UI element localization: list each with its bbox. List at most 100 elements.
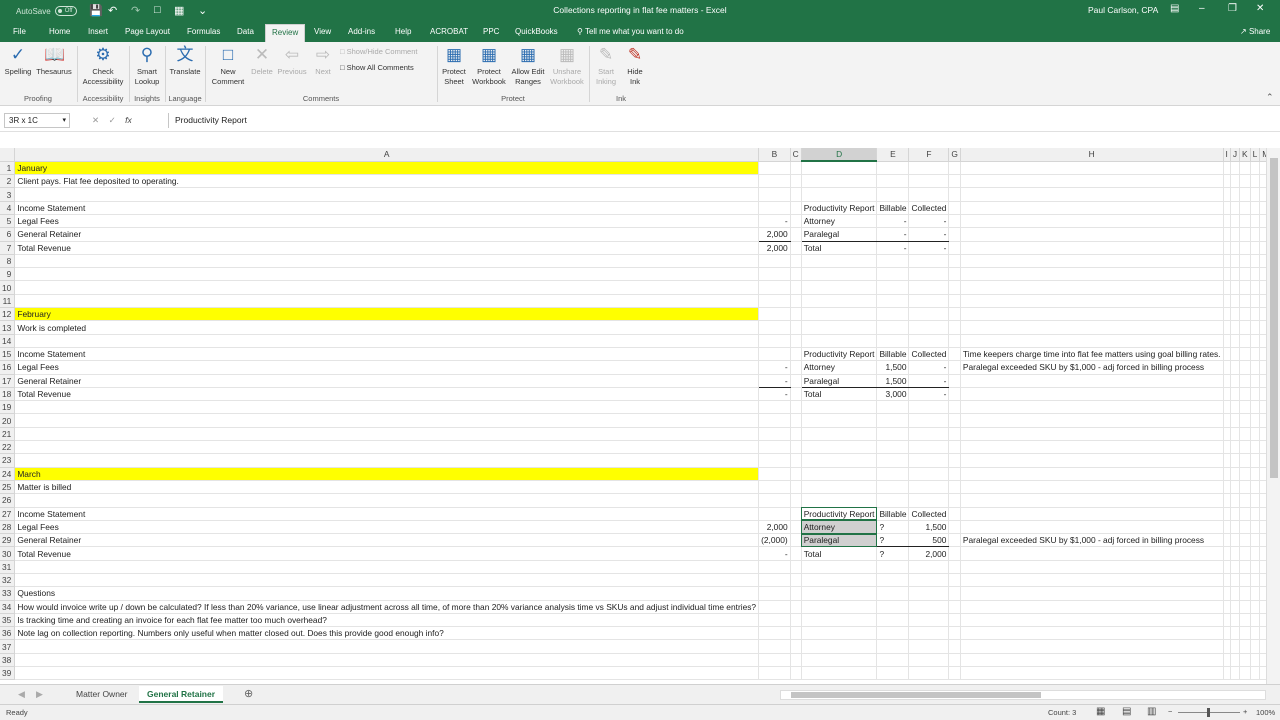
- cell-K32[interactable]: [1239, 573, 1251, 588]
- cell-E34[interactable]: [876, 600, 910, 614]
- cell-H23[interactable]: [960, 453, 1224, 468]
- cell-G18[interactable]: [948, 387, 961, 402]
- cell-F28[interactable]: 1,500: [908, 520, 950, 535]
- cell-A1[interactable]: January: [14, 161, 760, 176]
- cell-A33[interactable]: Questions: [14, 586, 760, 601]
- cell-F21[interactable]: [908, 427, 950, 442]
- smart-lookup-button[interactable]: ⚲ Smart Lookup: [132, 45, 162, 87]
- cell-K16[interactable]: [1239, 360, 1251, 375]
- cell-G14[interactable]: [948, 334, 961, 348]
- cell-B12[interactable]: [758, 307, 791, 322]
- cell-B23[interactable]: [758, 453, 791, 468]
- cell-G5[interactable]: [948, 214, 961, 229]
- cell-H10[interactable]: [960, 280, 1224, 295]
- row-header[interactable]: 10: [0, 280, 16, 295]
- cell-H29[interactable]: Paralegal exceeded SKU by $1,000 - adj f…: [960, 533, 1224, 548]
- cell-H7[interactable]: [960, 241, 1224, 255]
- restore-icon[interactable]: ❐: [1228, 3, 1237, 14]
- cell-A25[interactable]: Matter is billed: [14, 480, 760, 495]
- cell-D15[interactable]: Productivity Report: [801, 347, 878, 362]
- row-header[interactable]: 19: [0, 400, 16, 415]
- cell-I6[interactable]: [1223, 227, 1231, 242]
- cell-H17[interactable]: [960, 374, 1224, 388]
- cell-C7[interactable]: [790, 241, 802, 255]
- cell-B34[interactable]: [758, 600, 791, 614]
- cell-G22[interactable]: [948, 440, 961, 455]
- cell-G8[interactable]: [948, 254, 961, 269]
- cell-C5[interactable]: [790, 214, 802, 229]
- cell-K23[interactable]: [1239, 453, 1251, 468]
- cell-E33[interactable]: [876, 586, 910, 601]
- cell-L17[interactable]: [1250, 374, 1261, 388]
- cell-G16[interactable]: [948, 360, 961, 375]
- cell-K30[interactable]: [1239, 546, 1251, 561]
- column-header[interactable]: J: [1230, 148, 1241, 162]
- tab-quickbooks[interactable]: QuickBooks: [515, 27, 558, 36]
- translate-button[interactable]: 文 Translate: [168, 45, 202, 77]
- new-comment-button[interactable]: □ New Comment: [208, 45, 248, 87]
- cell-C23[interactable]: [790, 453, 802, 468]
- cell-C28[interactable]: [790, 520, 802, 535]
- cell-B7[interactable]: 2,000: [758, 241, 791, 255]
- cell-A37[interactable]: [14, 639, 760, 654]
- cell-I1[interactable]: [1223, 161, 1231, 176]
- cell-J30[interactable]: [1230, 546, 1241, 561]
- cell-E10[interactable]: [876, 280, 910, 295]
- sheet-tab-matter-owner[interactable]: Matter Owner: [68, 686, 136, 703]
- cell-F25[interactable]: [908, 480, 950, 495]
- cell-L6[interactable]: [1250, 227, 1261, 242]
- cell-K37[interactable]: [1239, 639, 1251, 654]
- cell-B29[interactable]: (2,000): [758, 533, 791, 548]
- cell-J10[interactable]: [1230, 280, 1241, 295]
- cell-A26[interactable]: [14, 493, 760, 508]
- cell-G6[interactable]: [948, 227, 961, 242]
- row-header[interactable]: 24: [0, 467, 16, 481]
- cell-A11[interactable]: [14, 294, 760, 309]
- row-header[interactable]: 37: [0, 639, 16, 654]
- cell-G17[interactable]: [948, 374, 961, 388]
- cell-D4[interactable]: Productivity Report: [801, 201, 878, 215]
- cell-B33[interactable]: [758, 586, 791, 601]
- row-header[interactable]: 7: [0, 241, 16, 255]
- cell-D32[interactable]: [801, 573, 878, 588]
- tab-page-layout[interactable]: Page Layout: [125, 27, 170, 36]
- cell-E15[interactable]: Billable: [876, 347, 910, 362]
- cell-B35[interactable]: [758, 613, 791, 628]
- cell-F13[interactable]: [908, 320, 950, 335]
- cell-B14[interactable]: [758, 334, 791, 348]
- cell-K29[interactable]: [1239, 533, 1251, 548]
- row-header[interactable]: 27: [0, 507, 16, 521]
- cell-G11[interactable]: [948, 294, 961, 309]
- cell-E5[interactable]: -: [876, 214, 910, 229]
- cell-C36[interactable]: [790, 626, 802, 641]
- cell-C30[interactable]: [790, 546, 802, 561]
- cell-K24[interactable]: [1239, 467, 1251, 481]
- cell-K36[interactable]: [1239, 626, 1251, 641]
- start-inking-button[interactable]: ✎ Start Inking: [592, 45, 620, 87]
- cell-G34[interactable]: [948, 600, 961, 614]
- cell-C16[interactable]: [790, 360, 802, 375]
- cell-I39[interactable]: [1223, 666, 1231, 681]
- cell-J11[interactable]: [1230, 294, 1241, 309]
- cell-L28[interactable]: [1250, 520, 1261, 535]
- cell-I11[interactable]: [1223, 294, 1231, 309]
- cell-E32[interactable]: [876, 573, 910, 588]
- cell-K1[interactable]: [1239, 161, 1251, 176]
- cell-F1[interactable]: [908, 161, 950, 176]
- cell-K17[interactable]: [1239, 374, 1251, 388]
- cell-D22[interactable]: [801, 440, 878, 455]
- cell-J33[interactable]: [1230, 586, 1241, 601]
- row-header[interactable]: 12: [0, 307, 16, 322]
- cell-H9[interactable]: [960, 267, 1224, 282]
- cell-B16[interactable]: -: [758, 360, 791, 375]
- cell-J22[interactable]: [1230, 440, 1241, 455]
- cell-L4[interactable]: [1250, 201, 1261, 215]
- cell-F19[interactable]: [908, 400, 950, 415]
- row-header[interactable]: 33: [0, 586, 16, 601]
- cell-I37[interactable]: [1223, 639, 1231, 654]
- cell-D2[interactable]: [801, 174, 878, 189]
- cell-A5[interactable]: Legal Fees: [14, 214, 760, 229]
- cell-A32[interactable]: [14, 573, 760, 588]
- cell-D25[interactable]: [801, 480, 878, 495]
- cell-I13[interactable]: [1223, 320, 1231, 335]
